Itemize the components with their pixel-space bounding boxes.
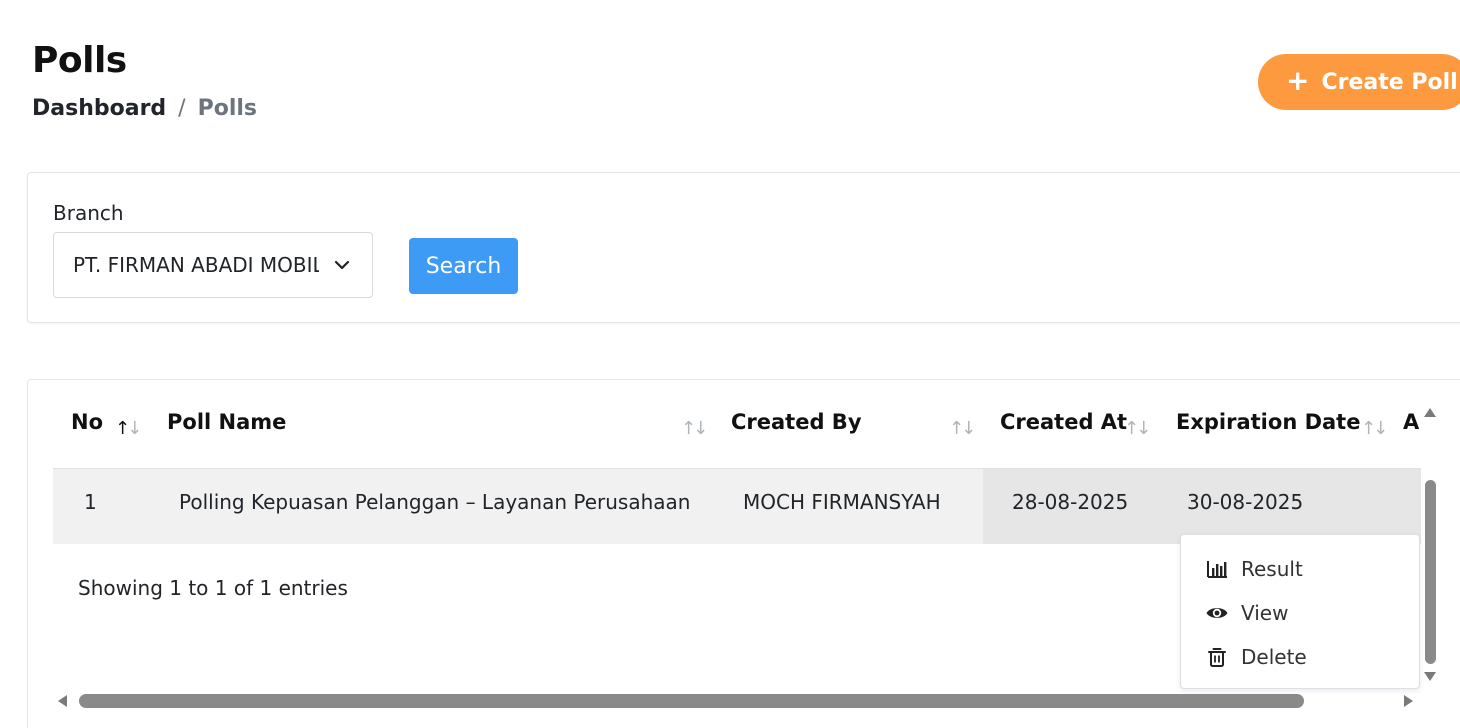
column-header-poll-name[interactable]: Poll Name (167, 410, 286, 434)
vertical-scroll-thumb[interactable] (1425, 480, 1436, 664)
menu-item-result[interactable]: Result (1205, 557, 1303, 581)
scroll-left-arrow-icon[interactable] (58, 695, 67, 707)
menu-item-result-label: Result (1241, 557, 1303, 581)
column-header-created-at[interactable]: Created At (1000, 410, 1127, 434)
breadcrumb-current: Polls (197, 96, 258, 121)
column-header-created-by[interactable]: Created By (731, 410, 862, 434)
scroll-down-arrow-icon[interactable] (1424, 672, 1436, 681)
search-button[interactable]: Search (409, 238, 518, 294)
scroll-right-arrow-icon[interactable] (1404, 695, 1413, 707)
column-header-no[interactable]: No (71, 410, 103, 434)
action-dropdown-menu: Result View Delete (1180, 534, 1420, 689)
scroll-up-arrow-icon[interactable] (1424, 408, 1436, 417)
horizontal-scroll-thumb[interactable] (79, 694, 1304, 708)
cell-created-by: MOCH FIRMANSYAH (743, 490, 941, 514)
sort-icon[interactable]: ↑↓ (949, 418, 976, 439)
plus-icon: + (1286, 64, 1310, 97)
vertical-scrollbar[interactable] (1420, 402, 1440, 688)
eye-icon (1206, 608, 1228, 618)
column-header-action[interactable]: A (1403, 410, 1419, 434)
breadcrumb-dashboard[interactable]: Dashboard (32, 96, 166, 121)
branch-select-value: PT. FIRMAN ABADI MOBIL (73, 253, 319, 277)
cell-expiration-date: 30-08-2025 (1187, 490, 1304, 514)
menu-item-view-label: View (1241, 601, 1289, 625)
create-poll-label: Create Poll (1321, 69, 1458, 95)
column-header-expiration-date[interactable]: Expiration Date (1176, 410, 1360, 434)
sort-icon[interactable]: ↑↓ (681, 418, 708, 439)
branch-label: Branch (53, 201, 124, 225)
horizontal-scrollbar[interactable] (52, 690, 1420, 712)
sort-icon[interactable]: ↑↓ (1361, 418, 1388, 439)
chevron-down-icon (334, 260, 350, 270)
menu-item-delete-label: Delete (1241, 645, 1307, 669)
filter-card: Branch PT. FIRMAN ABADI MOBIL Search (27, 172, 1460, 323)
breadcrumb-separator: / (178, 96, 186, 121)
cell-created-at: 28-08-2025 (1012, 490, 1129, 514)
menu-item-delete[interactable]: Delete (1205, 645, 1307, 669)
bar-chart-icon (1207, 561, 1227, 578)
menu-item-view[interactable]: View (1205, 601, 1288, 625)
cell-no: 1 (84, 490, 97, 514)
trash-icon (1208, 648, 1226, 667)
table-info: Showing 1 to 1 of 1 entries (78, 576, 348, 600)
sort-icon[interactable]: ↑↓ (115, 418, 142, 439)
branch-select[interactable]: PT. FIRMAN ABADI MOBIL (53, 232, 373, 298)
create-poll-button[interactable]: + Create Poll (1258, 54, 1460, 110)
page-title: Polls (32, 40, 127, 81)
breadcrumb: Dashboard / Polls (32, 96, 257, 121)
cell-poll-name: Polling Kepuasan Pelanggan – Layanan Per… (179, 490, 691, 514)
sort-icon[interactable]: ↑↓ (1124, 418, 1151, 439)
